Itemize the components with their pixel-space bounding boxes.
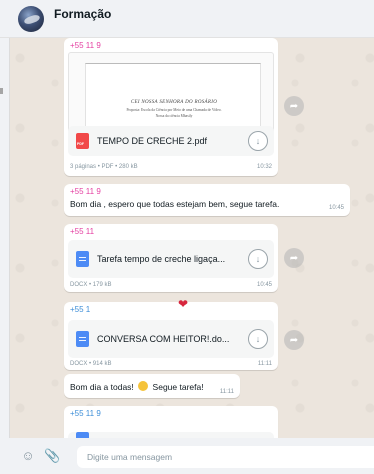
document-icon: [76, 251, 89, 267]
forward-button[interactable]: ➦: [284, 330, 304, 350]
pdf-preview-heading: CEI NOSSA SENHORA DO ROSÁRIO: [130, 100, 218, 105]
text-message[interactable]: +55 11 9 Bom dia , espero que todas este…: [64, 184, 350, 216]
message-input[interactable]: [77, 446, 374, 468]
pdf-preview-subline: Proposta: Escola da Ciência por Meio de …: [126, 108, 222, 112]
message-text: Bom dia a todas! Segue tarefa!: [70, 381, 204, 392]
pdf-icon: PDF: [76, 133, 89, 149]
message-time: 10:32: [256, 164, 272, 170]
smiley-icon[interactable]: ☺: [20, 448, 36, 463]
chat-title[interactable]: Formação: [54, 7, 111, 21]
left-panel-edge: [0, 38, 10, 438]
message-sender[interactable]: +55 11 9: [70, 41, 101, 50]
file-meta: DOCX • 179 kB: [70, 282, 112, 288]
panel-edge-mark: [0, 88, 3, 94]
message-list[interactable]: +55 11 9 CEI NOSSA SENHORA DO ROSÁRIO Pr…: [0, 38, 374, 446]
pdf-message[interactable]: +55 11 9 CEI NOSSA SENHORA DO ROSÁRIO Pr…: [64, 38, 278, 176]
message-time: 10:45: [256, 282, 272, 288]
file-attachment[interactable]: PDF TEMPO DE CRECHE 2.pdf ↓: [68, 126, 274, 156]
chat-header[interactable]: Formação: [0, 0, 374, 38]
message-sender[interactable]: +55 1: [70, 305, 90, 314]
whatsapp-chat-window: Formação +55 11 9 CEI NOSSA SENHORA DO R…: [0, 0, 374, 474]
message-sender[interactable]: +55 11: [70, 227, 94, 236]
file-name: TEMPO DE CRECHE 2.pdf: [97, 136, 208, 146]
message-text: Bom dia , espero que todas estejam bem, …: [70, 199, 280, 209]
blushing-face-emoji: [138, 381, 149, 391]
download-button[interactable]: ↓: [248, 249, 268, 269]
heart-reaction[interactable]: ❤: [178, 297, 188, 311]
file-name: Tarefa tempo de creche ligaça...: [97, 254, 226, 264]
forward-button[interactable]: ➦: [284, 248, 304, 268]
message-text-end: Segue tarefa!: [152, 382, 204, 392]
file-name: CONVERSA COM HEITOR!.do...: [97, 334, 230, 344]
group-avatar[interactable]: [18, 5, 44, 32]
message-composer: ☺ 📎: [0, 438, 374, 474]
file-attachment[interactable]: Tarefa tempo de creche ligaça... ↓: [68, 240, 274, 278]
message-sender[interactable]: +55 11 9: [70, 409, 101, 418]
message-time: 11:11: [219, 389, 234, 395]
file-meta: DOCX • 914 kB: [70, 361, 112, 367]
download-button[interactable]: ↓: [248, 131, 268, 151]
download-button[interactable]: ↓: [248, 329, 268, 349]
message-time: 11:11: [257, 361, 272, 367]
document-message[interactable]: +55 11 Tarefa tempo de creche ligaça... …: [64, 224, 278, 292]
document-icon: [76, 331, 89, 347]
file-attachment[interactable]: CONVERSA COM HEITOR!.do... ↓: [68, 320, 274, 358]
document-message[interactable]: +55 1 ❤ CONVERSA COM HEITOR!.do... ↓ DOC…: [64, 297, 278, 370]
message-text-start: Bom dia a todas!: [70, 382, 134, 392]
paperclip-icon[interactable]: 📎: [44, 448, 60, 464]
message-sender[interactable]: +55 11 9: [70, 187, 101, 196]
pdf-preview-subline: Nossa da ciência Mbasily: [155, 114, 193, 118]
message-time: 10:45: [328, 205, 344, 211]
file-meta: 3 páginas • PDF • 280 kB: [70, 164, 138, 170]
forward-button[interactable]: ➦: [284, 96, 304, 116]
text-message[interactable]: Bom dia a todas! Segue tarefa! 11:11: [64, 374, 240, 398]
